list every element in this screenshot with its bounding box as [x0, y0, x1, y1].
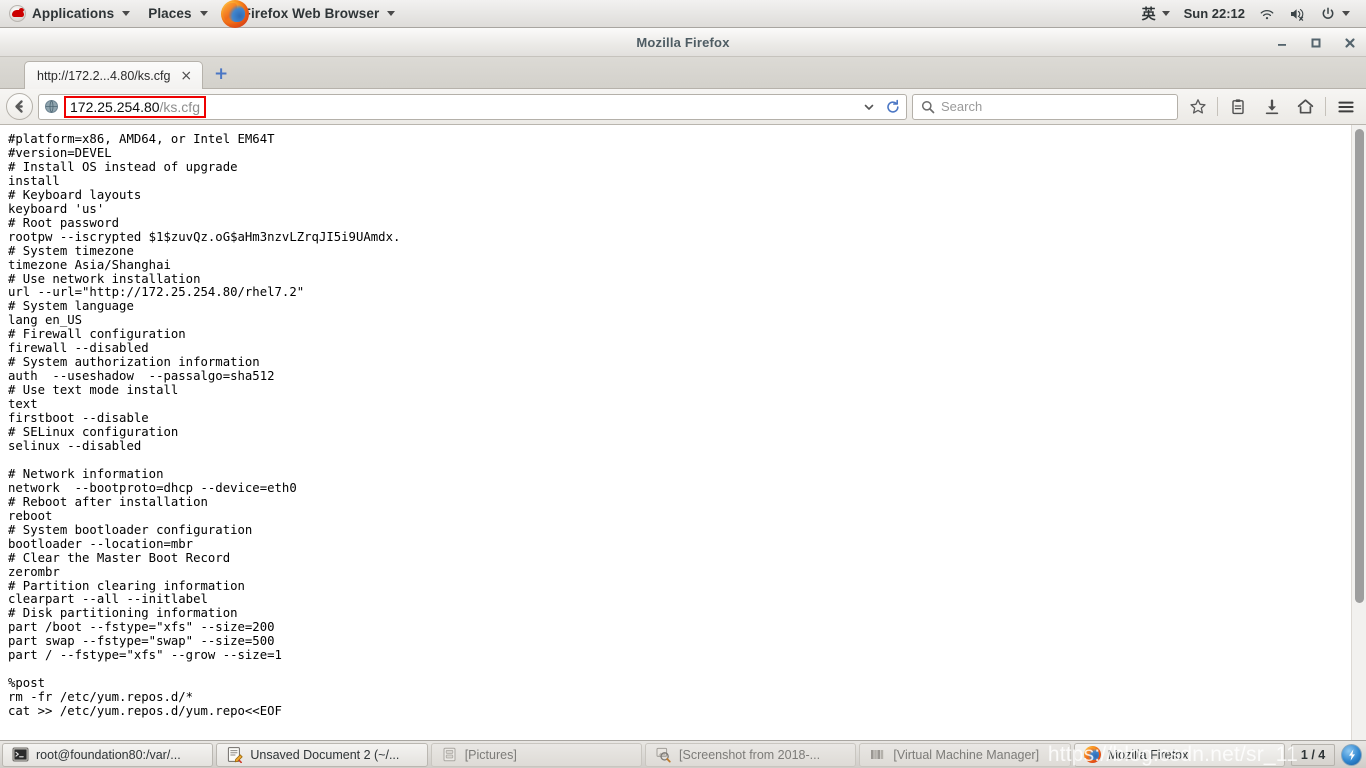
toolbar-separator	[1217, 97, 1218, 116]
show-desktop-icon[interactable]	[1341, 743, 1362, 766]
url-text-highlight[interactable]: 172.25.254.80/ks.cfg	[64, 95, 206, 118]
wifi-indicator[interactable]	[1253, 0, 1281, 27]
scrollbar-thumb[interactable]	[1355, 129, 1364, 603]
search-input[interactable]: Search	[941, 99, 982, 114]
maximize-button[interactable]	[1308, 35, 1324, 51]
active-application-menu[interactable]: Firefox Web Browser	[217, 0, 405, 28]
downloads-button[interactable]	[1257, 92, 1286, 121]
taskbar-item-pictures[interactable]: [Pictures]	[430, 742, 643, 767]
chevron-down-icon[interactable]	[860, 101, 878, 113]
gnome-top-panel: Applications Places Firefox Web Browser …	[0, 0, 1366, 28]
clock-label: Sun 22:12	[1183, 6, 1245, 21]
back-button[interactable]	[6, 93, 33, 120]
taskbar-item-label: [Pictures]	[464, 747, 517, 762]
power-menu[interactable]	[1314, 0, 1356, 27]
taskbar-item-label: Mozilla Firefox	[1107, 747, 1189, 762]
applications-menu-label: Applications	[32, 6, 115, 21]
taskbar-item-text-editor[interactable]: Unsaved Document 2 (~/...	[216, 742, 428, 767]
kickstart-config-text: #platform=x86, AMD64, or Intel EM64T #ve…	[8, 132, 401, 719]
toolbar-separator	[1325, 97, 1326, 116]
chevron-down-icon	[1161, 11, 1170, 16]
navigation-toolbar: 172.25.254.80/ks.cfg Search	[0, 89, 1366, 125]
browser-tab[interactable]: http://172.2...4.80/ks.cfg ×	[24, 61, 204, 89]
tab-strip: http://172.2...4.80/ks.cfg × +	[0, 57, 1366, 89]
terminal-icon	[12, 746, 29, 763]
minimize-button[interactable]	[1274, 35, 1290, 51]
text-editor-icon	[226, 746, 243, 763]
search-bar[interactable]: Search	[912, 93, 1178, 120]
workspace-switcher[interactable]: 1 / 4	[1291, 743, 1336, 766]
url-path-text: /ks.cfg	[159, 98, 200, 115]
url-bar[interactable]: 172.25.254.80/ks.cfg	[38, 93, 907, 120]
applications-menu[interactable]: Applications	[0, 0, 139, 27]
taskbar-item-terminal[interactable]: root@foundation80:/var/...	[2, 742, 214, 767]
places-menu-label: Places	[148, 6, 192, 21]
home-button[interactable]	[1291, 92, 1320, 121]
active-application-label: Firefox Web Browser	[242, 6, 380, 21]
close-icon[interactable]: ×	[178, 69, 194, 83]
taskbar-item-screenshot[interactable]: [Screenshot from 2018-...	[645, 742, 857, 767]
taskbar-item-label: Unsaved Document 2 (~/...	[250, 747, 400, 762]
home-icon	[1297, 99, 1314, 114]
redhat-logo-icon	[9, 5, 26, 22]
vertical-scrollbar[interactable]	[1351, 125, 1366, 740]
firefox-window: Mozilla Firefox http://172.2...4.80/ks.c…	[0, 28, 1366, 740]
chevron-down-icon	[1342, 11, 1350, 16]
vmm-icon	[869, 746, 886, 763]
reload-icon	[887, 99, 899, 113]
chevron-down-icon	[199, 11, 208, 16]
file-manager-icon	[441, 746, 458, 763]
bookmark-button[interactable]	[1183, 92, 1212, 121]
window-title: Mozilla Firefox	[636, 34, 730, 50]
taskbar-item-virt-manager[interactable]: [Virtual Machine Manager]	[859, 742, 1071, 767]
menu-button[interactable]	[1331, 92, 1360, 121]
window-titlebar: Mozilla Firefox	[0, 28, 1366, 57]
chevron-down-icon	[122, 11, 131, 16]
taskbar-item-label: [Screenshot from 2018-...	[679, 747, 821, 762]
new-tab-button[interactable]: +	[207, 61, 235, 87]
input-method-label: 英	[1141, 5, 1156, 22]
close-button[interactable]	[1342, 35, 1358, 51]
firefox-logo-icon	[1083, 746, 1101, 763]
volume-indicator[interactable]	[1283, 0, 1312, 27]
window-list-taskbar: root@foundation80:/var/... Unsaved Docum…	[0, 740, 1366, 768]
reload-button[interactable]	[882, 99, 904, 115]
clock-applet[interactable]: Sun 22:12	[1178, 0, 1251, 27]
reading-list-icon	[1231, 98, 1244, 114]
chevron-down-icon	[387, 11, 396, 16]
image-viewer-icon	[655, 746, 672, 763]
globe-icon[interactable]	[44, 99, 60, 114]
star-icon	[1189, 98, 1206, 114]
firefox-logo-icon	[220, 0, 249, 28]
hamburger-menu-icon	[1337, 101, 1354, 112]
input-method-indicator[interactable]: 英	[1136, 0, 1176, 27]
url-host-text: 172.25.254.80	[70, 98, 160, 115]
window-controls	[1274, 28, 1358, 57]
volume-muted-icon	[1291, 8, 1304, 21]
places-menu[interactable]: Places	[139, 0, 216, 27]
download-arrow-icon	[1265, 98, 1278, 114]
wifi-icon	[1260, 9, 1274, 19]
taskbar-item-firefox[interactable]: Mozilla Firefox	[1073, 742, 1286, 767]
panel-status-area: 英 Sun 22:12	[1136, 0, 1366, 27]
page-content-area: #platform=x86, AMD64, or Intel EM64T #ve…	[0, 125, 1366, 740]
back-arrow-icon	[15, 100, 23, 113]
power-icon	[1322, 6, 1334, 19]
taskbar-item-label: root@foundation80:/var/...	[36, 747, 181, 762]
search-icon	[921, 100, 935, 113]
taskbar-item-label: [Virtual Machine Manager]	[893, 747, 1040, 762]
reading-list-button[interactable]	[1223, 92, 1252, 121]
tab-label: http://172.2...4.80/ks.cfg	[37, 68, 171, 83]
